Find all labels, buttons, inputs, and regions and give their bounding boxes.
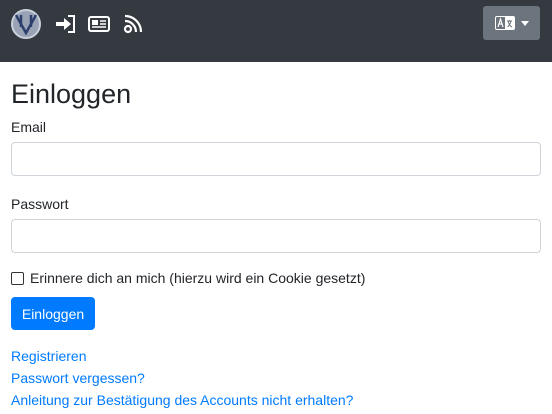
password-field[interactable]	[11, 219, 541, 253]
navbar	[0, 0, 552, 62]
email-label: Email	[11, 119, 47, 135]
blog-icon[interactable]	[122, 13, 144, 35]
login-icon[interactable]	[54, 13, 76, 35]
news-icon[interactable]	[88, 13, 110, 35]
login-button[interactable]: Einloggen	[11, 297, 95, 330]
forgot-password-link[interactable]: Passwort vergessen?	[11, 369, 145, 387]
logo-icon[interactable]	[11, 9, 41, 39]
resend-confirmation-link[interactable]: Anleitung zur Bestätigung des Accounts n…	[11, 391, 353, 409]
register-link[interactable]: Registrieren	[11, 347, 86, 365]
translate-icon	[494, 16, 515, 30]
chevron-down-icon	[520, 20, 529, 26]
remember-me-label: Erinnere dich an mich (hierzu wird ein C…	[30, 270, 366, 286]
email-field[interactable]	[11, 142, 541, 176]
remember-me: Erinnere dich an mich (hierzu wird ein C…	[11, 270, 365, 286]
language-dropdown-button[interactable]	[483, 6, 540, 40]
remember-me-checkbox[interactable]	[11, 271, 24, 285]
page-title: Einloggen	[11, 79, 132, 109]
password-label: Passwort	[11, 196, 69, 212]
